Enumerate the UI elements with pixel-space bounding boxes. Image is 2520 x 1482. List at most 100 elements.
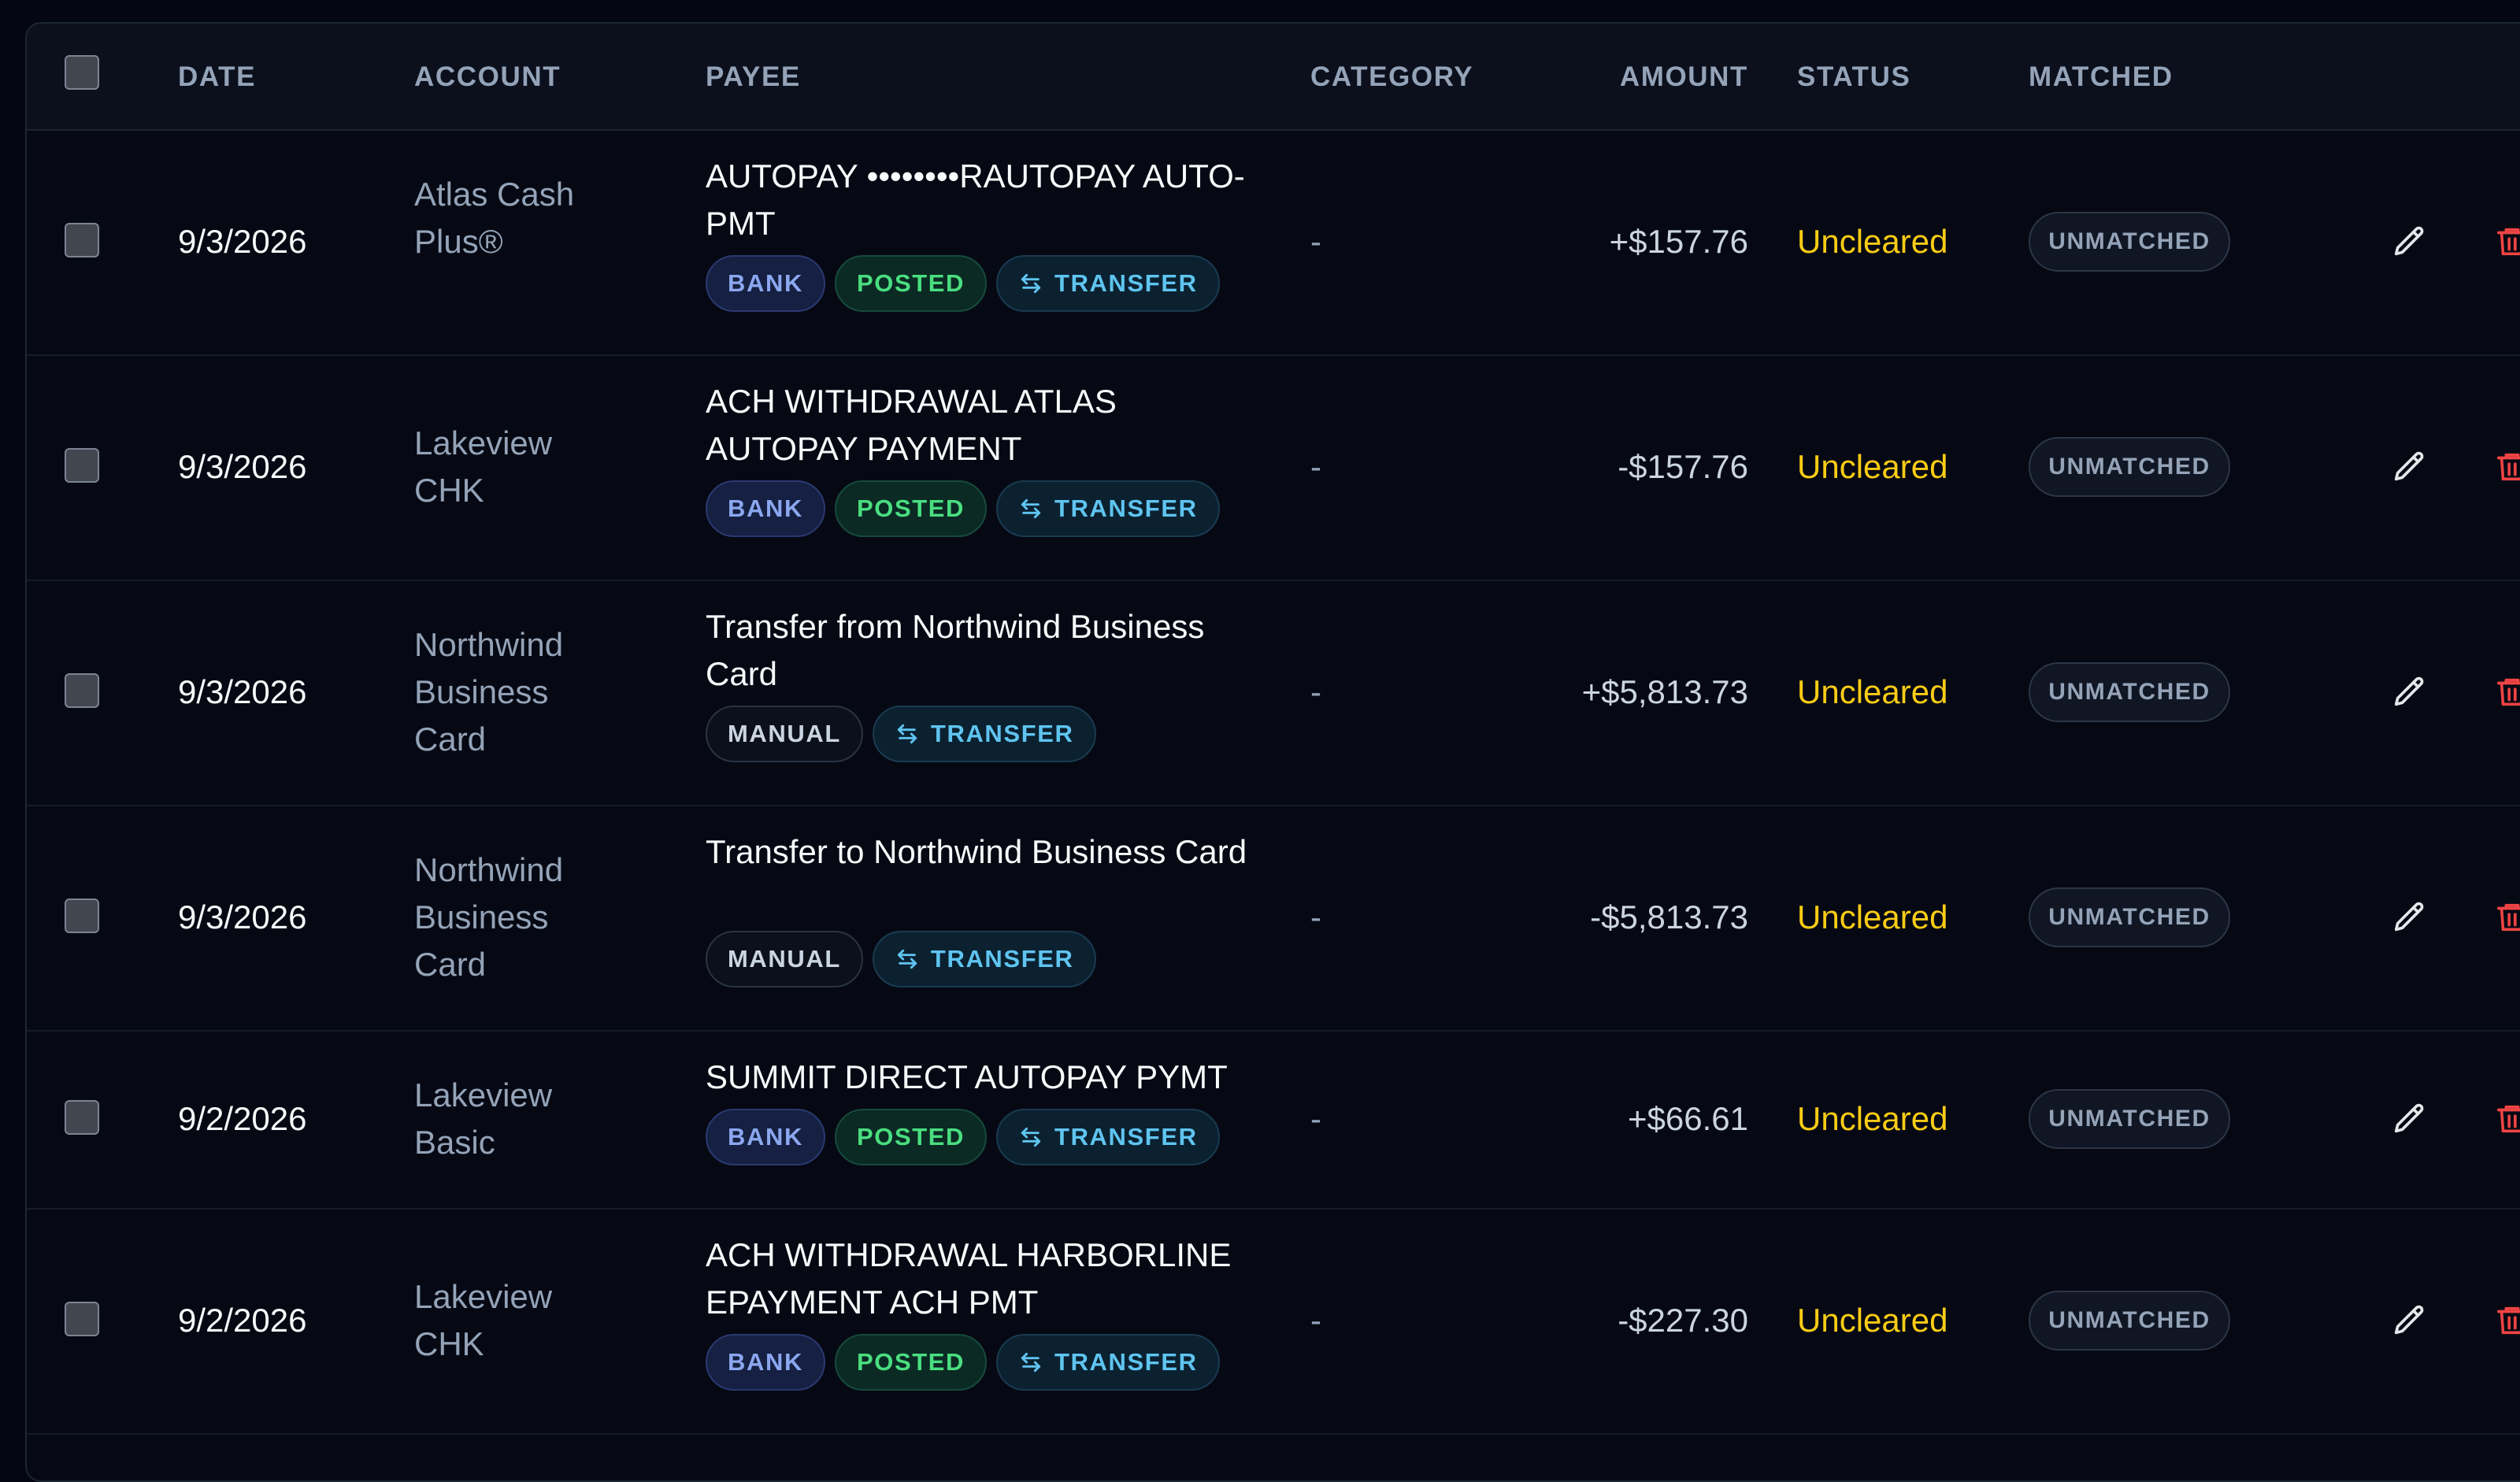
table-row[interactable]: 9/2/2026 Lakeview CHK ACH WITHDRAWAL HARBO… [27, 1208, 2520, 1435]
row-category[interactable]: - [1310, 1095, 1321, 1143]
row-payee[interactable]: ACH WITHDRAWAL HARBORLINE EPAYMENT ACH P… [706, 1232, 1273, 1326]
row-payee[interactable]: Transfer to Northwind Business Card [706, 828, 1273, 876]
transactions-table: DATE ACCOUNT PAYEE CATEGORY AMOUNT STATU… [25, 22, 2520, 1482]
row-date: 9/3/2026 [178, 448, 307, 485]
row-status[interactable]: Uncleared [1797, 218, 1947, 265]
row-payee[interactable]: Transfer from Northwind Business Card [706, 603, 1273, 698]
tag-label: POSTED [856, 269, 965, 297]
tag-manual: MANUAL [706, 931, 863, 987]
row-payee[interactable]: AUTOPAY ••••••••RAUTOPAY AUTO-PMT [706, 153, 1273, 247]
row-category[interactable]: - [1310, 443, 1321, 491]
row-status[interactable]: Uncleared [1797, 1095, 1947, 1143]
matched-badge[interactable]: UNMATCHED [2029, 1089, 2230, 1149]
tag-bank: BANK [706, 1334, 825, 1391]
row-tags: BANK POSTED TRANSFER [706, 1109, 1220, 1165]
tag-label: POSTED [856, 1348, 965, 1376]
tag-transfer: TRANSFER [872, 706, 1096, 762]
row-account: Northwind Business Card [414, 851, 564, 983]
row-status[interactable]: Uncleared [1797, 894, 1947, 941]
row-status[interactable]: Uncleared [1797, 669, 1947, 716]
column-header-matched[interactable]: MATCHED [2029, 61, 2174, 93]
transfer-icon [1018, 271, 1043, 296]
tag-label: POSTED [856, 495, 965, 522]
table-row[interactable]: 9/3/2026 Northwind Business Card Transfer … [27, 805, 2520, 1032]
edit-icon[interactable] [2386, 894, 2433, 941]
tag-transfer: TRANSFER [996, 480, 1220, 537]
delete-icon[interactable] [2488, 894, 2520, 941]
row-payee[interactable]: ACH WITHDRAWAL ATLAS AUTOPAY PAYMENT [706, 378, 1273, 472]
row-checkbox[interactable] [65, 1302, 99, 1336]
row-tags: MANUAL TRANSFER [706, 706, 1096, 762]
transfer-icon [1018, 496, 1043, 521]
row-checkbox[interactable] [65, 898, 99, 933]
column-header-account[interactable]: ACCOUNT [414, 61, 561, 93]
row-checkbox[interactable] [65, 448, 99, 483]
row-amount: -$5,813.73 [1590, 898, 1748, 936]
tag-label: TRANSFER [930, 720, 1074, 747]
edit-icon[interactable] [2386, 443, 2433, 491]
column-header-status[interactable]: STATUS [1797, 61, 1910, 93]
tag-label: MANUAL [728, 945, 841, 973]
row-date: 9/3/2026 [178, 673, 307, 710]
edit-icon[interactable] [2386, 1297, 2433, 1344]
tag-posted: POSTED [834, 480, 988, 537]
tag-posted: POSTED [834, 255, 988, 312]
row-checkbox[interactable] [65, 223, 99, 257]
row-category[interactable]: - [1310, 1297, 1321, 1344]
row-category[interactable]: - [1310, 669, 1321, 716]
tag-label: MANUAL [728, 720, 841, 747]
table-row[interactable]: 9/3/2026 Lakeview CHK ACH WITHDRAWAL ATLAS… [27, 354, 2520, 581]
row-tags: MANUAL TRANSFER [706, 931, 1096, 987]
delete-icon[interactable] [2488, 443, 2520, 491]
transfer-icon [1018, 1350, 1043, 1375]
matched-badge[interactable]: UNMATCHED [2029, 1291, 2230, 1350]
tag-posted: POSTED [834, 1334, 988, 1391]
row-status[interactable]: Uncleared [1797, 443, 1947, 491]
tag-bank: BANK [706, 480, 825, 537]
table-row[interactable]: 9/3/2026 Northwind Business Card Transfer … [27, 580, 2520, 806]
row-amount: -$157.76 [1618, 448, 1748, 485]
row-category[interactable]: - [1310, 218, 1321, 265]
table-header: DATE ACCOUNT PAYEE CATEGORY AMOUNT STATU… [27, 24, 2520, 131]
matched-badge[interactable]: UNMATCHED [2029, 662, 2230, 722]
edit-icon[interactable] [2386, 669, 2433, 716]
tag-label: BANK [728, 495, 803, 522]
tag-transfer: TRANSFER [996, 255, 1220, 312]
transfer-icon [895, 947, 920, 972]
row-date: 9/3/2026 [178, 223, 307, 260]
row-payee[interactable]: SUMMIT DIRECT AUTOPAY PYMT [706, 1054, 1273, 1101]
row-status[interactable]: Uncleared [1797, 1297, 1947, 1344]
row-checkbox[interactable] [65, 673, 99, 708]
delete-icon[interactable] [2488, 1095, 2520, 1143]
tag-label: TRANSFER [930, 945, 1074, 973]
table-row[interactable]: 9/2/2026 Lakeview Basic SUMMIT DIRECT AUTO… [27, 1030, 2520, 1210]
column-header-amount[interactable]: AMOUNT [1591, 61, 1748, 93]
column-header-category[interactable]: CATEGORY [1310, 61, 1473, 93]
delete-icon[interactable] [2488, 1297, 2520, 1344]
tag-transfer: TRANSFER [996, 1109, 1220, 1165]
edit-icon[interactable] [2386, 218, 2433, 265]
transfer-icon [1018, 1124, 1043, 1150]
matched-badge[interactable]: UNMATCHED [2029, 437, 2230, 497]
tag-bank: BANK [706, 255, 825, 312]
row-category[interactable]: - [1310, 894, 1321, 941]
edit-icon[interactable] [2386, 1095, 2433, 1143]
tag-label: POSTED [856, 1123, 965, 1150]
row-date: 9/2/2026 [178, 1100, 307, 1137]
select-all-checkbox[interactable] [65, 55, 99, 90]
row-tags: BANK POSTED TRANSFER [706, 255, 1220, 312]
delete-icon[interactable] [2488, 218, 2520, 265]
tag-transfer: TRANSFER [872, 931, 1096, 987]
tag-label: BANK [728, 1348, 803, 1376]
delete-icon[interactable] [2488, 669, 2520, 716]
tag-label: TRANSFER [1054, 495, 1198, 522]
column-header-payee[interactable]: PAYEE [706, 61, 801, 93]
tag-manual: MANUAL [706, 706, 863, 762]
row-date: 9/3/2026 [178, 898, 307, 936]
row-checkbox[interactable] [65, 1100, 99, 1135]
matched-badge[interactable]: UNMATCHED [2029, 887, 2230, 947]
tag-label: BANK [728, 269, 803, 297]
column-header-date[interactable]: DATE [178, 61, 256, 93]
table-row[interactable]: 9/3/2026 Atlas Cash Plus® AUTOPAY ••••••••… [27, 129, 2520, 356]
matched-badge[interactable]: UNMATCHED [2029, 212, 2230, 272]
